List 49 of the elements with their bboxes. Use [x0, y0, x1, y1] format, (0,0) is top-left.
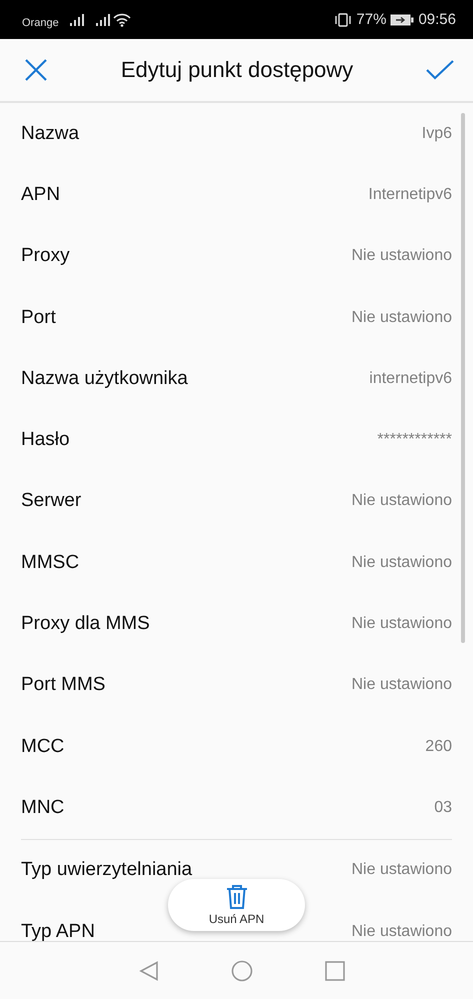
setting-value: 260: [425, 738, 452, 756]
setting-value: Ivp6: [422, 124, 452, 143]
setting-label: APN: [21, 184, 62, 206]
setting-label: MCC: [21, 736, 66, 758]
setting-label: Port: [21, 306, 57, 329]
setting-value: Nie ustawiono: [352, 308, 452, 327]
setting-label: Port MMS: [21, 674, 106, 696]
carrier-name: Orange: [22, 16, 59, 28]
battery-percent: 77%: [356, 11, 386, 28]
setting-value: ************: [377, 431, 452, 450]
home-button[interactable]: [230, 960, 252, 982]
setting-label: Nazwa użytkownika: [21, 368, 189, 390]
clock-time: 09:56: [418, 11, 456, 28]
setting-value: Nie ustawiono: [352, 247, 452, 266]
setting-label: Proxy dla MMS: [21, 613, 151, 636]
setting-label: Serwer: [21, 490, 82, 512]
signal-icon: [68, 14, 87, 26]
setting-value: Nie ustawiono: [352, 922, 452, 940]
signal-icon: [94, 14, 113, 26]
trash-icon: [224, 884, 248, 910]
wifi-icon: [112, 12, 131, 26]
setting-value: internetipv6: [369, 370, 452, 388]
screen-title: Edytuj punkt dostępowy: [120, 57, 354, 83]
setting-value: Internetipv6: [368, 186, 452, 204]
setting-value: Nie ustawiono: [352, 861, 452, 880]
delete-apn-button[interactable]: Usuń APN: [168, 879, 305, 931]
setting-label: MNC: [21, 796, 66, 819]
vibrate-icon: [334, 12, 352, 26]
setting-value: 03: [434, 798, 452, 817]
battery-icon: [390, 14, 414, 26]
back-button[interactable]: [138, 960, 158, 980]
save-button[interactable]: [426, 60, 454, 80]
setting-value: Nie ustawiono: [352, 554, 452, 572]
setting-value: Nie ustawiono: [352, 492, 452, 510]
setting-label: Typ APN: [21, 920, 96, 941]
close-icon: [24, 58, 48, 82]
home-icon: [230, 960, 252, 982]
setting-label: Typ uwierzytelniania: [21, 859, 194, 882]
recents-icon: [324, 960, 344, 980]
setting-value: Nie ustawiono: [352, 615, 452, 634]
recents-button[interactable]: [324, 960, 344, 980]
back-icon: [138, 960, 158, 980]
setting-label: Hasło: [21, 429, 71, 452]
setting-label: Proxy: [21, 245, 71, 268]
close-button[interactable]: [24, 58, 48, 82]
setting-value: Nie ustawiono: [352, 676, 452, 694]
setting-label: Nazwa: [21, 122, 80, 145]
checkmark-icon: [426, 60, 454, 80]
setting-label: MMSC: [21, 552, 80, 574]
